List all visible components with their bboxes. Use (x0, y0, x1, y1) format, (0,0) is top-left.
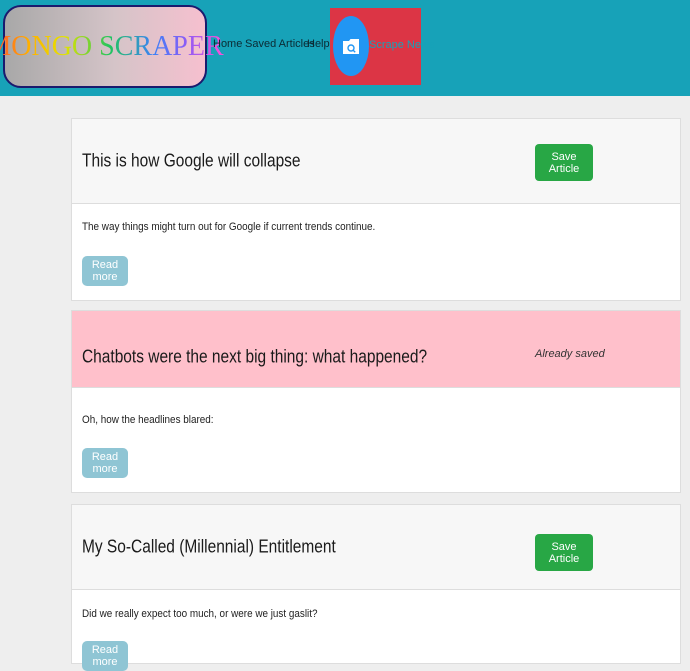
already-saved-label: Already saved (535, 348, 605, 360)
nav-link-help[interactable]: Help (307, 38, 330, 50)
navbar: MONGO SCRAPER Home Saved Articles Help S… (0, 0, 690, 96)
save-article-button[interactable]: Save Article (535, 144, 593, 181)
read-more-button[interactable]: Read more (82, 256, 128, 286)
article-summary: The way things might turn out for Google… (82, 221, 376, 233)
article-header: Chatbots were the next big thing: what h… (72, 311, 680, 388)
article-card: My So-Called (Millennial) Entitlement Sa… (71, 504, 681, 671)
read-more-button[interactable]: Read more (82, 641, 128, 671)
article-summary: Did we really expect too much, or were w… (82, 608, 318, 620)
brand-title[interactable]: MONGO SCRAPER (0, 31, 224, 63)
search-folder-icon (343, 39, 359, 54)
article-title: My So-Called (Millennial) Entitlement (82, 536, 336, 557)
article-header: This is how Google will collapse Save Ar… (72, 119, 680, 204)
article-header: My So-Called (Millennial) Entitlement Sa… (72, 505, 680, 590)
scrape-news-label[interactable]: Scrape News (369, 39, 434, 51)
article-title: This is how Google will collapse (82, 150, 301, 171)
nav-link-home[interactable]: Home (213, 38, 242, 50)
article-card: This is how Google will collapse Save Ar… (71, 118, 681, 301)
read-more-button[interactable]: Read more (82, 448, 128, 478)
scrape-icon-circle[interactable] (333, 16, 369, 76)
article-card: Chatbots were the next big thing: what h… (71, 310, 681, 493)
article-title: Chatbots were the next big thing: what h… (82, 346, 428, 367)
article-summary: Oh, how the headlines blared: (82, 414, 214, 426)
brand-logo[interactable]: MONGO SCRAPER (0, 5, 224, 88)
save-article-button[interactable]: Save Article (535, 534, 593, 571)
scrape-news-button[interactable]: Scrape News (330, 8, 434, 85)
nav-link-saved-articles[interactable]: Saved Articles (245, 38, 315, 50)
